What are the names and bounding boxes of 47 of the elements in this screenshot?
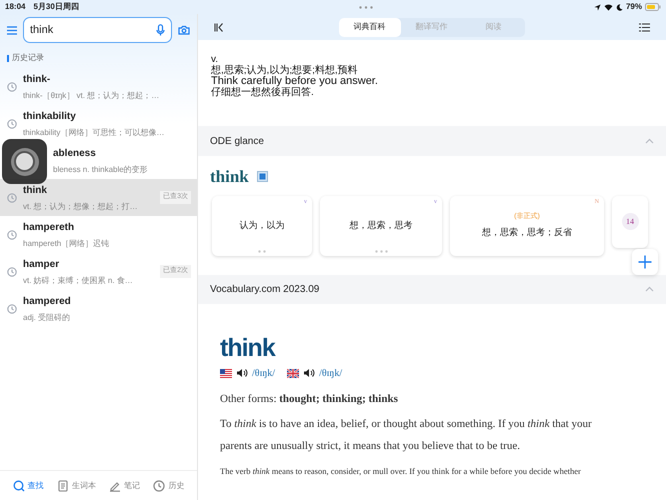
status-time: 18:04	[5, 1, 26, 13]
section-header: ODE glance	[210, 134, 264, 148]
search-field[interactable]: think	[23, 17, 172, 43]
segment-tab[interactable]: 词典百科	[338, 18, 400, 36]
example-sentence: Think carefully before you answer.	[211, 76, 379, 87]
history-item[interactable]: think- think-［θɪŋk］ vt. 想；认为；想起；…	[0, 68, 197, 105]
history-word: ableness	[53, 146, 97, 160]
nav-tab[interactable]: 历史	[153, 480, 184, 492]
sense-text: 认为，以为	[240, 218, 284, 232]
example-translation: 仔细想一想然後再回答.	[211, 87, 315, 98]
more-card[interactable]: 14	[612, 196, 648, 248]
history-word: hampereth	[23, 220, 76, 234]
sense-text: 想，思索，思考；反省	[482, 226, 572, 238]
history-word: hampered	[23, 294, 72, 308]
history-word: thinkability	[23, 110, 77, 124]
headword: think	[210, 166, 249, 188]
history-summary: vt. 想；认为；想像；想起；打…	[23, 200, 139, 212]
history-summary: vt. 妨碍；束缚；使困累 n. 食…	[23, 274, 134, 286]
history-item[interactable]: hampered adj. 受阻碍的	[0, 290, 197, 327]
nav-tab[interactable]: 生词本	[56, 480, 96, 492]
definition-text: 想,思索;认为,以为;想要;料想,预料	[211, 65, 359, 76]
nav-tab[interactable]: 查找	[12, 480, 44, 492]
history-word: hamper	[23, 258, 60, 272]
phonetic-text: /θɪŋk/	[252, 366, 276, 380]
status-date: 5月30日周四	[33, 1, 79, 13]
headword: think	[220, 334, 276, 362]
nav-tab[interactable]: 笔记	[109, 480, 140, 492]
history-summary: think-［θɪŋk］ vt. 想；认为；想起；…	[23, 90, 160, 102]
definition-paragraph: To think is to have an idea, belief, or thought about something. If you think that your parents are unusually strict, it means that you believe that to be true.	[220, 417, 593, 454]
history-summary: bleness n. thinkable的变形	[53, 164, 149, 176]
history-item[interactable]: thinkability thinkability［网络］可思性；可以想像…	[0, 105, 197, 142]
section-header: Vocabulary.com 2023.09	[210, 282, 320, 296]
history-item[interactable]: hampereth hampereth［网络］迟钝	[0, 216, 197, 253]
sense-text: 想，思索，思考	[350, 218, 412, 232]
history-word: think-	[23, 72, 52, 86]
battery-percent: 79%	[626, 1, 642, 13]
long-definition-text: The verb think means to reason, consider, or mull over. If you think for a while before you decide whether	[220, 465, 582, 478]
phonetic-text: /θɪŋk/	[319, 366, 342, 380]
count-badge: 14	[622, 213, 638, 230]
section-title: 历史记录	[12, 52, 44, 64]
history-summary: hampereth［网络］迟钝	[23, 238, 110, 250]
part-of-speech: v.	[211, 54, 218, 65]
history-word: think	[23, 184, 48, 198]
history-summary: thinkability［网络］可思性；可以想像…	[23, 126, 166, 138]
history-item[interactable]: ableness bleness n. thinkable的变形	[0, 142, 197, 179]
other-forms: Other forms: thought; thinking; thinks	[220, 392, 399, 406]
history-summary: adj. 受阻碍的	[23, 312, 72, 324]
